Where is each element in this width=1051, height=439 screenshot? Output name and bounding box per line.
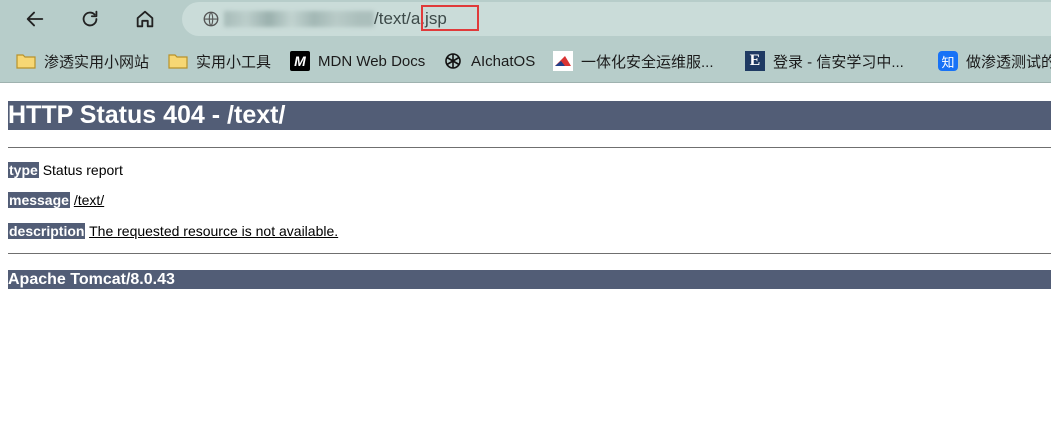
bookmark-label: 做渗透测试的 bbox=[966, 53, 1051, 71]
address-bar[interactable]: /text/a.jsp bbox=[182, 2, 1051, 36]
bookmark-tools[interactable]: 实用小工具 bbox=[168, 50, 271, 72]
divider bbox=[8, 253, 1051, 254]
type-value: Status report bbox=[42, 162, 123, 178]
type-label: type bbox=[8, 162, 39, 178]
openai-icon bbox=[443, 51, 463, 71]
globe-icon bbox=[203, 11, 219, 27]
mdn-icon: M bbox=[290, 51, 310, 71]
type-row: type Status report bbox=[8, 162, 123, 179]
back-arrow-icon bbox=[26, 11, 44, 27]
description-row: description The requested resource is no… bbox=[8, 223, 338, 240]
message-label: message bbox=[8, 192, 70, 208]
reload-button[interactable] bbox=[75, 4, 105, 34]
bookmark-aichatos[interactable]: AIchatOS bbox=[443, 50, 535, 72]
bookmark-login[interactable]: E 登录 - 信安学习中... bbox=[745, 50, 904, 72]
bookmark-label: 一体化安全运维服... bbox=[581, 53, 714, 71]
url-host-redacted bbox=[224, 11, 374, 27]
description-value: The requested resource is not available. bbox=[89, 223, 339, 239]
divider bbox=[8, 147, 1051, 148]
bookmark-label: AIchatOS bbox=[471, 52, 536, 70]
home-button[interactable] bbox=[130, 4, 160, 34]
bookmark-label: MDN Web Docs bbox=[318, 52, 426, 70]
e-logo-icon: E bbox=[745, 51, 765, 71]
reload-icon bbox=[82, 10, 98, 27]
site-logo-icon bbox=[553, 51, 573, 71]
description-label: description bbox=[8, 223, 86, 239]
bookmark-mdn[interactable]: M MDN Web Docs bbox=[290, 50, 425, 72]
browser-nav-bar: /text/a.jsp bbox=[0, 0, 1051, 38]
bookmark-label: 实用小工具 bbox=[196, 53, 272, 71]
folder-icon bbox=[16, 51, 36, 71]
bookmark-label: 渗透实用小网站 bbox=[44, 53, 150, 71]
home-icon bbox=[136, 10, 154, 28]
message-value: /text/ bbox=[73, 192, 105, 208]
back-button[interactable] bbox=[20, 4, 50, 34]
message-row: message /text/ bbox=[8, 192, 104, 209]
server-footer: Apache Tomcat/8.0.43 bbox=[8, 270, 1051, 289]
zhihu-icon: 知 bbox=[938, 51, 958, 71]
url-path: /text/ bbox=[374, 9, 411, 28]
bookmark-label: 登录 - 信安学习中... bbox=[773, 53, 904, 71]
bookmark-security-ops[interactable]: 一体化安全运维服... bbox=[553, 50, 714, 72]
bookmarks-bar: 渗透实用小网站 实用小工具 M MDN Web Docs AIchatOS 一体… bbox=[0, 38, 1051, 82]
bookmark-pentest-sites[interactable]: 渗透实用小网站 bbox=[16, 50, 149, 72]
bookmark-zhihu[interactable]: 知 做渗透测试的 bbox=[938, 50, 1051, 72]
page-title: HTTP Status 404 - /text/ bbox=[8, 101, 1051, 130]
chrome-divider bbox=[0, 82, 1051, 83]
folder-icon bbox=[168, 51, 188, 71]
url-highlight-box bbox=[421, 5, 479, 31]
